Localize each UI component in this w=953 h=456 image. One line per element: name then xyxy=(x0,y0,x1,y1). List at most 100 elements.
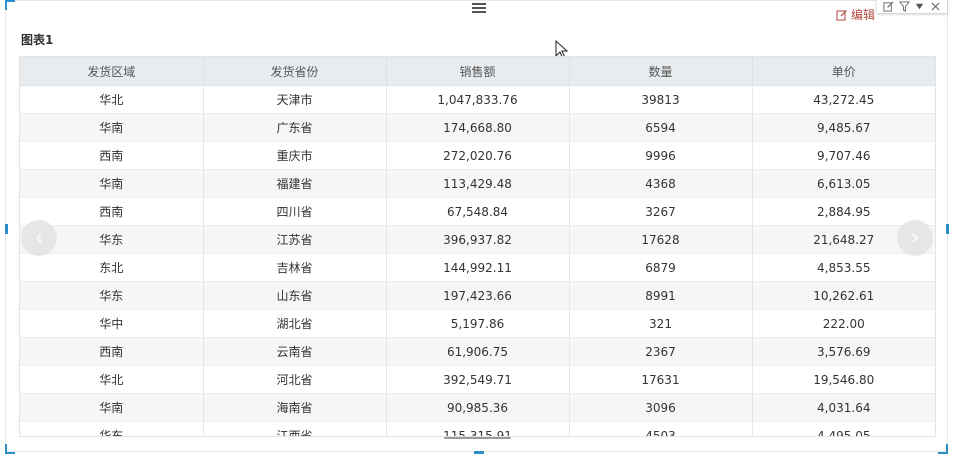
horizontal-scrollbar[interactable] xyxy=(444,437,511,439)
cell-province: 四川省 xyxy=(203,197,387,226)
cell-quantity: 39813 xyxy=(569,85,753,114)
edit-icon xyxy=(836,9,847,20)
cell-unit-price: 43,272.45 xyxy=(752,85,935,114)
cell-sales: 61,906.75 xyxy=(386,337,570,366)
cell-unit-price: 9,485.67 xyxy=(752,113,935,142)
table-row[interactable]: 华东 江苏省 396,937.82 17628 21,648.27 xyxy=(20,225,935,254)
cell-sales: 396,937.82 xyxy=(386,225,570,254)
table-body: 华北 天津市 1,047,833.76 39813 43,272.45 华南 广东省 174,… xyxy=(20,85,935,436)
cell-sales: 115,315.91 xyxy=(386,421,570,436)
cell-region: 西南 xyxy=(20,141,204,170)
cell-region: 华东 xyxy=(20,281,204,310)
table-row[interactable]: 西南 四川省 67,548.84 3267 2,884.95 xyxy=(20,197,935,226)
cell-quantity: 3096 xyxy=(569,393,753,422)
cell-province: 重庆市 xyxy=(203,141,387,170)
edit-button-label: 编辑 xyxy=(851,8,876,22)
cell-quantity: 6879 xyxy=(569,253,753,282)
cell-region: 华南 xyxy=(20,393,204,422)
data-table-container[interactable]: 发货区域 发货省份 销售额 数量 单价 华北 天津市 1,047,833.76 398… xyxy=(19,56,936,437)
cell-quantity: 3267 xyxy=(569,197,753,226)
widget-toolbar xyxy=(877,0,947,13)
cell-province: 湖北省 xyxy=(203,309,387,338)
cell-unit-price: 19,546.80 xyxy=(752,365,935,394)
selection-handle-left-mid[interactable] xyxy=(5,224,8,234)
cell-unit-price: 3,576.69 xyxy=(752,337,935,366)
cell-sales: 392,549.71 xyxy=(386,365,570,394)
selection-handle-bottom-right-v[interactable] xyxy=(946,444,948,454)
table-row[interactable]: 华南 广东省 174,668.80 6594 9,485.67 xyxy=(20,113,935,142)
cell-region: 华北 xyxy=(20,85,204,114)
table-row[interactable]: 西南 重庆市 272,020.76 9996 9,707.46 xyxy=(20,141,935,170)
column-header-sales[interactable]: 销售额 xyxy=(386,57,570,86)
table-row[interactable]: 华南 福建省 113,429.48 4368 6,613.05 xyxy=(20,169,935,198)
table-row[interactable]: 华南 海南省 90,985.36 3096 4,031.64 xyxy=(20,393,935,422)
cell-province: 福建省 xyxy=(203,169,387,198)
cell-quantity: 321 xyxy=(569,309,753,338)
table-row[interactable]: 华北 天津市 1,047,833.76 39813 43,272.45 xyxy=(20,85,935,114)
cell-province: 广东省 xyxy=(203,113,387,142)
cell-region: 西南 xyxy=(20,337,204,366)
table-row[interactable]: 东北 吉林省 144,992.11 6879 4,853.55 xyxy=(20,253,935,282)
column-header-province[interactable]: 发货省份 xyxy=(203,57,387,86)
cell-unit-price: 4,031.64 xyxy=(752,393,935,422)
drag-handle-icon[interactable] xyxy=(472,3,486,13)
table-header-row: 发货区域 发货省份 销售额 数量 单价 xyxy=(20,57,935,86)
cell-quantity: 9996 xyxy=(569,141,753,170)
table-row[interactable]: 西南 云南省 61,906.75 2367 3,576.69 xyxy=(20,337,935,366)
cell-province: 天津市 xyxy=(203,85,387,114)
cell-unit-price: 4,495.05 xyxy=(752,421,935,436)
cell-quantity: 4503 xyxy=(569,421,753,436)
cell-unit-price: 4,853.55 xyxy=(752,253,935,282)
previous-page-button[interactable] xyxy=(21,220,57,256)
edit-icon[interactable] xyxy=(883,1,895,13)
cell-sales: 197,423.66 xyxy=(386,281,570,310)
cell-sales: 90,985.36 xyxy=(386,393,570,422)
table-row[interactable]: 华中 湖北省 5,197.86 321 222.00 xyxy=(20,309,935,338)
table-row[interactable]: 华东 山东省 197,423.66 8991 10,262.61 xyxy=(20,281,935,310)
cell-quantity: 17631 xyxy=(569,365,753,394)
cell-region: 华南 xyxy=(20,113,204,142)
selection-handle-top-left-v[interactable] xyxy=(5,0,7,10)
selection-handle-bottom-mid[interactable] xyxy=(474,451,484,454)
column-header-quantity[interactable]: 数量 xyxy=(569,57,753,86)
chevron-right-icon xyxy=(912,233,919,243)
table-row[interactable]: 华东 江西省 115,315.91 4503 4,495.05 xyxy=(20,421,935,436)
cell-sales: 113,429.48 xyxy=(386,169,570,198)
cell-province: 江苏省 xyxy=(203,225,387,254)
cell-quantity: 4368 xyxy=(569,169,753,198)
cell-sales: 1,047,833.76 xyxy=(386,85,570,114)
cell-region: 华北 xyxy=(20,365,204,394)
column-header-region[interactable]: 发货区域 xyxy=(20,57,204,86)
selection-handle-bottom-left-v[interactable] xyxy=(5,444,7,454)
cell-sales: 144,992.11 xyxy=(386,253,570,282)
cell-province: 河北省 xyxy=(203,365,387,394)
cell-unit-price: 9,707.46 xyxy=(752,141,935,170)
filter-icon[interactable] xyxy=(898,1,910,13)
cell-quantity: 8991 xyxy=(569,281,753,310)
dropdown-icon[interactable] xyxy=(914,1,926,13)
next-page-button[interactable] xyxy=(897,220,933,256)
cell-quantity: 2367 xyxy=(569,337,753,366)
cell-sales: 5,197.86 xyxy=(386,309,570,338)
cell-unit-price: 6,613.05 xyxy=(752,169,935,198)
cell-province: 江西省 xyxy=(203,421,387,436)
cell-region: 东北 xyxy=(20,253,204,282)
edit-button[interactable]: 编辑 xyxy=(836,6,875,23)
data-table: 发货区域 发货省份 销售额 数量 单价 华北 天津市 1,047,833.76 398… xyxy=(20,57,935,436)
cell-region: 华南 xyxy=(20,169,204,198)
cell-sales: 67,548.84 xyxy=(386,197,570,226)
cell-quantity: 17628 xyxy=(569,225,753,254)
table-row[interactable]: 华北 河北省 392,549.71 17631 19,546.80 xyxy=(20,365,935,394)
cell-sales: 272,020.76 xyxy=(386,141,570,170)
cell-region: 华东 xyxy=(20,421,204,436)
cell-province: 云南省 xyxy=(203,337,387,366)
cell-region: 华中 xyxy=(20,309,204,338)
chart-title: 图表1 xyxy=(21,33,54,47)
column-header-unit-price[interactable]: 单价 xyxy=(752,57,935,86)
cell-sales: 174,668.80 xyxy=(386,113,570,142)
cell-unit-price: 222.00 xyxy=(752,309,935,338)
selection-handle-right-mid[interactable] xyxy=(946,224,949,234)
cell-province: 山东省 xyxy=(203,281,387,310)
close-icon[interactable] xyxy=(929,1,941,13)
cell-province: 吉林省 xyxy=(203,253,387,282)
